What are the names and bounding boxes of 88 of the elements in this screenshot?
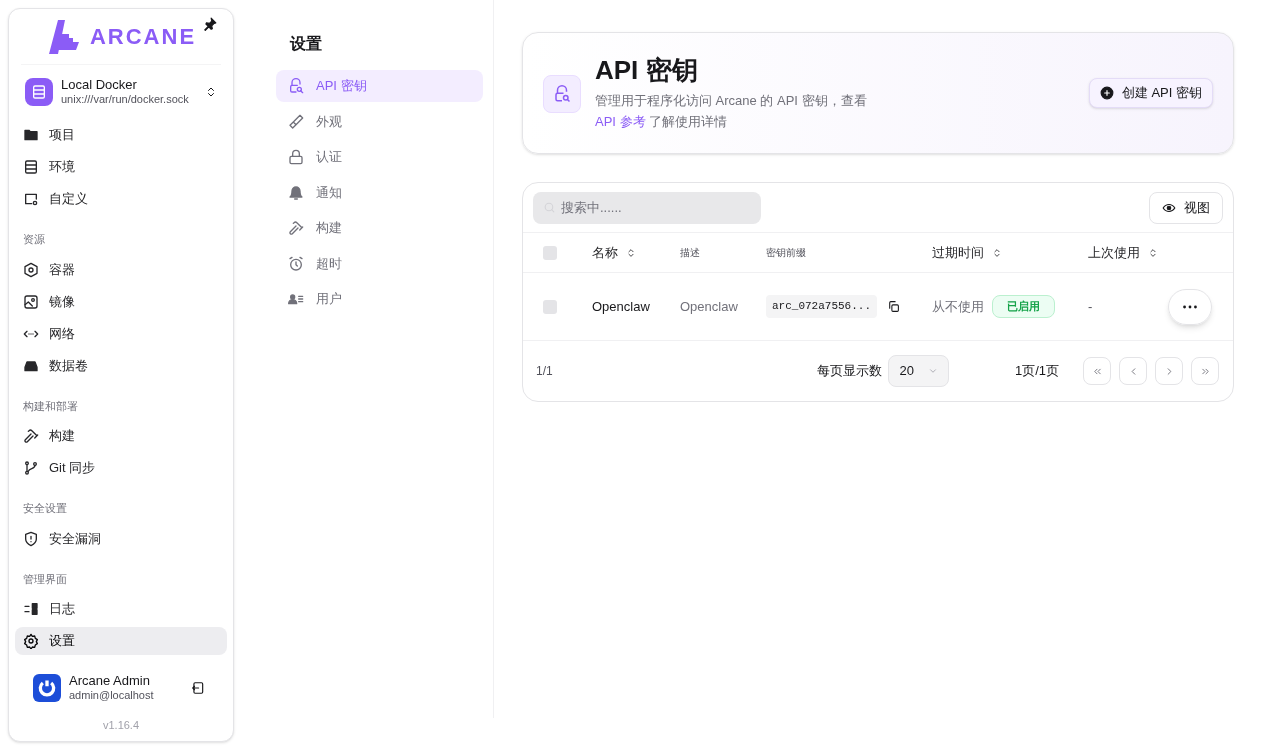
first-page-button[interactable] (1083, 357, 1111, 385)
sort-icon (626, 247, 636, 258)
nav-item[interactable]: 构建 (15, 422, 227, 450)
view-button[interactable]: 视图 (1149, 191, 1223, 224)
search-field[interactable]: 搜索中...... (533, 191, 761, 224)
nav-item[interactable]: Git 同步 (15, 454, 227, 482)
section-heading: 构建和部署 (22, 398, 79, 414)
user-email: admin@localhost (69, 689, 155, 703)
api-reference-link[interactable]: API 参考 (595, 114, 646, 130)
column-header[interactable]: 名称 (592, 242, 680, 263)
image-icon (23, 293, 39, 310)
user-list-icon (288, 291, 304, 307)
version-label: v1.16.4 (101, 717, 141, 733)
chevron-down-icon (927, 366, 938, 376)
expiry-text: 从不使用 (932, 297, 984, 316)
alarm-clock-icon (288, 255, 304, 272)
sort-icon (1148, 247, 1158, 258)
lock-key-icon (543, 75, 581, 113)
bell-icon (288, 184, 304, 201)
key-prefix: arc_072a7556... (766, 295, 878, 318)
next-page-button[interactable] (1155, 357, 1183, 385)
environment-address: unix:///var/run/docker.sock (61, 93, 190, 107)
environment-name: Local Docker (61, 77, 138, 94)
avatar-icon (33, 674, 61, 702)
nav-item[interactable]: 自定义 (15, 185, 227, 213)
section-heading: 安全设置 (22, 501, 68, 516)
settings-icon (23, 633, 39, 649)
page-size-label: 每页显示数 (817, 362, 883, 381)
settings-nav-item[interactable]: 用户 (276, 283, 483, 315)
section-heading: 资源 (22, 232, 46, 247)
nav-item[interactable]: 项目 (15, 121, 227, 149)
settings-nav-item[interactable]: 构建 (276, 212, 483, 244)
status-badge: 已启用 (992, 295, 1055, 318)
page-title: API 密钥 (595, 53, 699, 87)
chevron-updown-icon (205, 86, 217, 98)
brush-icon (288, 113, 304, 130)
plus-circle-icon (1099, 86, 1114, 100)
page-size-select[interactable]: 20 (888, 355, 949, 387)
sort-icon (992, 247, 1002, 258)
environment-switcher[interactable]: Local Docker unix:///var/run/docker.sock (21, 73, 221, 111)
nav-item[interactable]: 环境 (15, 153, 227, 181)
column-header: 描述 (680, 246, 701, 260)
column-header[interactable]: 过期时间 (932, 242, 1088, 263)
column-header: 密钥前缀 (766, 246, 807, 260)
settings-nav-item[interactable]: 外观 (276, 105, 483, 138)
nav-item[interactable]: 镜像 (15, 287, 227, 316)
nav-item[interactable]: 安全漏洞 (15, 524, 227, 553)
lock-key-icon (288, 78, 304, 94)
pin-icon (203, 17, 217, 31)
page-info: 1页/1页 (1014, 362, 1059, 381)
last-used-text: - (1088, 297, 1094, 316)
server-icon (23, 159, 39, 175)
hexagon-icon (23, 261, 39, 278)
settings-nav-item[interactable]: 超时 (276, 247, 483, 280)
nav-item[interactable]: 设置 (15, 627, 227, 655)
settings-nav-item[interactable]: 通知 (276, 176, 483, 209)
hammer-icon (23, 428, 39, 444)
row-checkbox[interactable] (543, 299, 557, 314)
select-all-checkbox[interactable] (543, 245, 557, 260)
column-header[interactable]: 上次使用 (1088, 242, 1198, 263)
nav-item[interactable]: 网络 (15, 319, 227, 348)
settings-nav-item[interactable]: 认证 (276, 141, 483, 173)
server-badge-icon (25, 78, 53, 106)
key-description: Openclaw (680, 297, 739, 316)
copy-button[interactable] (887, 300, 901, 313)
hammer-icon (288, 220, 304, 236)
settings-title: 设置 (288, 34, 323, 54)
create-api-key-button[interactable]: 创建 API 密钥 (1088, 78, 1213, 108)
logout-icon (191, 681, 205, 695)
key-name: Openclaw (592, 297, 651, 316)
shield-icon (23, 530, 39, 547)
folder-icon (23, 127, 39, 143)
branch-icon (23, 460, 39, 476)
more-icon (1183, 304, 1197, 309)
nav-item[interactable]: 数据卷 (15, 351, 227, 380)
nav-item[interactable]: 容器 (15, 255, 227, 284)
user-name: Arcane Admin (69, 673, 151, 690)
previous-page-button[interactable] (1119, 357, 1147, 385)
page-description: 管理用于程序化访问 Arcane 的 API 密钥，查看 API 参考 了解使用详情 (595, 92, 868, 132)
copy-icon (887, 300, 901, 313)
logo-text: ARCANE (89, 23, 197, 51)
nav-item[interactable]: 日志 (15, 595, 227, 623)
section-heading: 管理界面 (22, 571, 68, 587)
row-count: 1/1 (536, 363, 554, 380)
list-icon (23, 601, 39, 617)
settings-nav-item[interactable]: API 密钥 (276, 70, 483, 102)
lock-icon (288, 149, 304, 165)
last-page-button[interactable] (1191, 357, 1219, 385)
